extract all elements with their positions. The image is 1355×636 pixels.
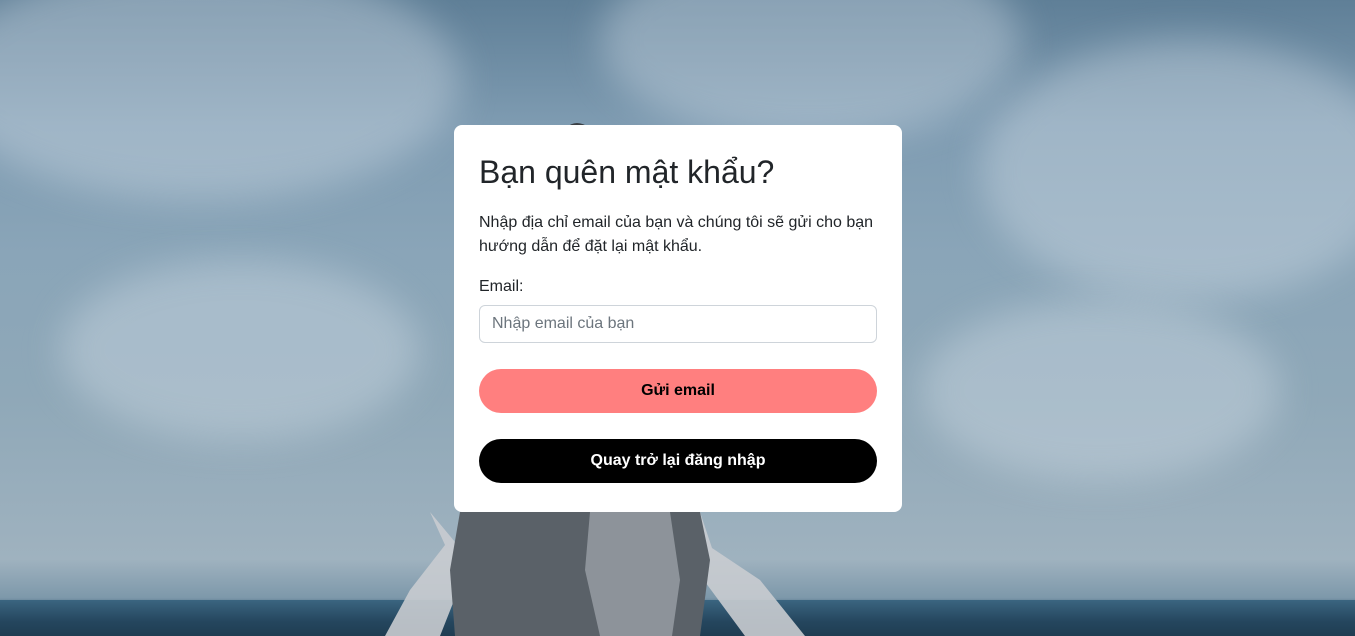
email-label: Email: xyxy=(479,278,524,295)
send-email-button[interactable]: Gửi email xyxy=(479,369,877,413)
page-title: Bạn quên mật khẩu? xyxy=(479,154,775,190)
forgot-password-card: Bạn quên mật khẩu? Nhập địa chỉ email củ… xyxy=(454,125,902,512)
email-input[interactable] xyxy=(479,305,877,343)
back-to-login-button[interactable]: Quay trở lại đăng nhập xyxy=(479,439,877,483)
instructions-text: Nhập địa chỉ email của bạn và chúng tôi … xyxy=(479,214,874,255)
